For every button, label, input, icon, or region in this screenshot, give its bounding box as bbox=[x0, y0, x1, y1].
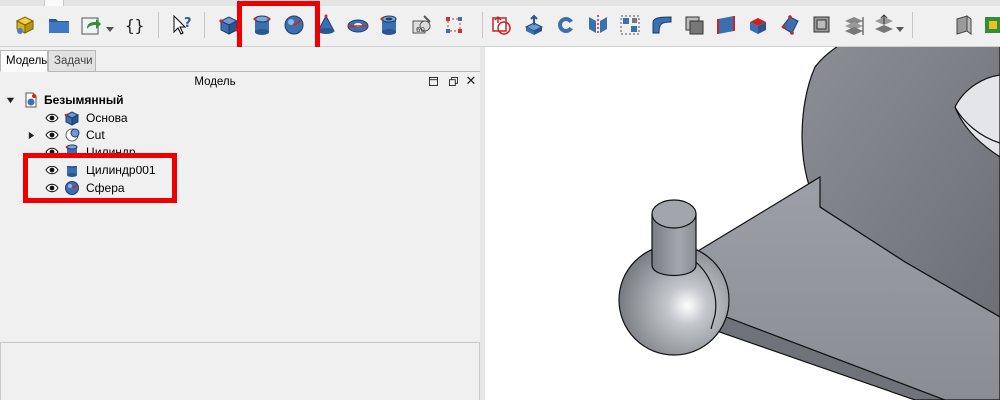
main-toolbar: {} ? 60 bbox=[0, 0, 1000, 47]
svg-text:?: ? bbox=[184, 16, 192, 31]
mirror-icon[interactable] bbox=[553, 12, 579, 38]
menu-strip bbox=[0, 0, 1000, 6]
expand-arrow-icon[interactable] bbox=[26, 130, 36, 140]
torus-icon[interactable] bbox=[345, 12, 371, 38]
box-icon bbox=[64, 110, 80, 126]
3d-viewport[interactable] bbox=[485, 47, 1000, 400]
highlight-overlap-mask bbox=[28, 158, 172, 166]
fillet-icon[interactable] bbox=[585, 12, 611, 38]
close-panel-icon[interactable]: ✕ bbox=[464, 73, 478, 88]
loft-icon[interactable] bbox=[713, 12, 739, 38]
tree-item-label: Сфера bbox=[86, 181, 125, 195]
tree-item-cut[interactable]: Cut bbox=[0, 126, 485, 144]
tab-model[interactable]: Модель bbox=[0, 50, 48, 72]
projection-icon[interactable] bbox=[950, 12, 976, 38]
svg-text:60: 60 bbox=[416, 26, 425, 34]
tree-item-sphere[interactable]: Сфера bbox=[0, 179, 485, 197]
shape-builder-icon[interactable]: 60 bbox=[409, 12, 435, 38]
menu-tab[interactable] bbox=[44, 0, 64, 6]
collapse-arrow-icon[interactable] bbox=[5, 95, 15, 105]
tree-item-document[interactable]: Безымянный bbox=[0, 91, 485, 109]
sphere-icon bbox=[64, 180, 80, 196]
document-icon bbox=[23, 92, 39, 108]
tab-model-label: Модель bbox=[6, 55, 48, 67]
face-icon[interactable] bbox=[649, 12, 675, 38]
tab-tasks-label: Задачи bbox=[54, 55, 93, 67]
sphere-icon[interactable] bbox=[281, 12, 307, 38]
box-icon[interactable] bbox=[216, 12, 242, 38]
section-icon[interactable] bbox=[777, 12, 803, 38]
tree-item-base[interactable]: Основа bbox=[0, 109, 485, 127]
thickness-icon[interactable] bbox=[871, 12, 897, 38]
macro-dropdown-icon[interactable] bbox=[106, 22, 114, 32]
tube-icon[interactable] bbox=[376, 12, 402, 38]
eye-icon[interactable] bbox=[45, 182, 59, 194]
braces-icon[interactable]: {} bbox=[122, 12, 148, 38]
offset-icon[interactable] bbox=[841, 12, 867, 38]
toolbar-separator bbox=[204, 12, 205, 38]
cone-icon[interactable] bbox=[313, 12, 339, 38]
cylinder-icon[interactable] bbox=[249, 12, 275, 38]
boolean-icon[interactable] bbox=[441, 12, 467, 38]
extra-icon[interactable] bbox=[982, 12, 1000, 38]
tree-item-label: Cut bbox=[86, 128, 105, 142]
float-panel-icon[interactable] bbox=[426, 74, 440, 88]
combo-view-panel: Модель Задачи Модель ✕ Безымянный Основа… bbox=[0, 47, 485, 400]
revolve-icon[interactable] bbox=[521, 12, 547, 38]
3d-scene bbox=[618, 47, 1000, 400]
tab-tasks[interactable]: Задачи bbox=[48, 50, 96, 72]
eye-icon[interactable] bbox=[45, 129, 59, 141]
eye-icon[interactable] bbox=[45, 112, 59, 124]
part-icon[interactable] bbox=[12, 12, 38, 38]
thickness-dropdown-icon[interactable] bbox=[896, 22, 904, 32]
ruled-surface-icon[interactable] bbox=[681, 12, 707, 38]
model-tree: Модель ✕ Безымянный Основа Cut Цилиндр Ц… bbox=[0, 71, 485, 337]
macro-icon[interactable] bbox=[78, 12, 104, 38]
tree-item-label: Безымянный bbox=[44, 93, 124, 107]
toolbar-separator bbox=[912, 12, 913, 38]
tree-item-label: Основа bbox=[86, 111, 128, 125]
whats-this-icon[interactable]: ? bbox=[170, 12, 196, 38]
open-folder-icon[interactable] bbox=[46, 12, 72, 38]
cut-icon bbox=[64, 127, 80, 143]
tree-item-label: Цилиндр bbox=[86, 145, 136, 159]
toolbar-separator bbox=[482, 12, 483, 38]
chamfer-icon[interactable] bbox=[617, 12, 643, 38]
tree-header-title: Модель bbox=[194, 76, 236, 88]
eye-icon[interactable] bbox=[45, 146, 59, 158]
restore-panel-icon[interactable] bbox=[446, 74, 460, 88]
toolbar-separator bbox=[158, 12, 159, 38]
svg-text:{}: {} bbox=[125, 16, 144, 35]
sweep-icon[interactable] bbox=[745, 12, 771, 38]
extrude-icon[interactable] bbox=[489, 12, 515, 38]
cross-sections-icon[interactable] bbox=[809, 12, 835, 38]
property-view bbox=[0, 342, 480, 400]
